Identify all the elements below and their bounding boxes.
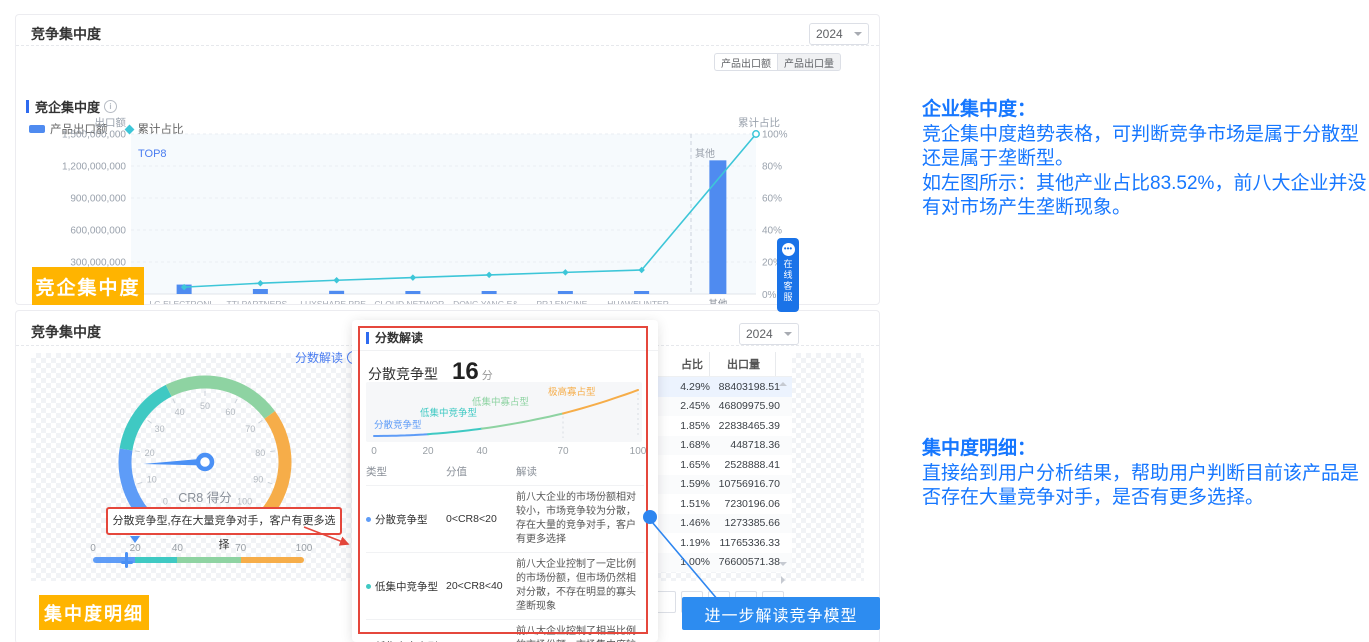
year-select-value: 2024 [746, 327, 773, 341]
annotation-connector [643, 510, 753, 640]
svg-text:80: 80 [255, 448, 265, 458]
svg-text:600,000,000: 600,000,000 [70, 226, 126, 237]
svg-text:40%: 40% [762, 226, 782, 237]
svg-text:TTI PARTNERS...: TTI PARTNERS... [227, 299, 295, 304]
svg-text:其他: 其他 [695, 147, 715, 160]
year-select[interactable]: 2024 [739, 323, 799, 345]
annotation-block-1: 企业集中度： 竞企集中度趋势表格，可判断竞争市场是属于分散型还是属于垄断型。 如… [922, 98, 1369, 221]
scroll-up-icon[interactable] [779, 378, 787, 386]
svg-text:低集中竞争型: 低集中竞争型 [420, 407, 478, 419]
slider-tick: 0 [80, 543, 106, 554]
connector-dot-icon [643, 510, 657, 524]
slider-handle[interactable] [125, 552, 128, 568]
svg-text:CLOUD NETWOR...: CLOUD NETWOR... [374, 299, 451, 304]
score-type-row: 低集中寡占型40<CR8<70前八大企业控制了相当比例的市场份额，市场集中度较高 [366, 619, 644, 642]
chevron-down-icon [784, 332, 792, 340]
bar[interactable] [634, 291, 649, 294]
svg-text:900,000,000: 900,000,000 [70, 194, 126, 205]
svg-text:0%: 0% [762, 290, 777, 301]
scroll-right-icon[interactable] [781, 576, 789, 584]
slider-tick: 40 [164, 543, 190, 554]
score-curve-chart: 分散竞争型低集中竞争型低集中寡占型 极高寡占型 [366, 382, 642, 442]
curve-tick: 40 [470, 446, 494, 457]
score-explain-popup: 分数解读 分散竞争型 16 分 分散竞争型低集中竞争型低集中寡占型极高寡占型 0… [352, 320, 658, 642]
svg-text:1,200,000,000: 1,200,000,000 [62, 162, 126, 173]
svg-text:10: 10 [147, 474, 157, 484]
slider-tick: 70 [228, 543, 254, 554]
svg-text:分散竞争型: 分散竞争型 [374, 419, 422, 431]
bar[interactable] [253, 289, 268, 294]
svg-text:70: 70 [245, 424, 255, 434]
svg-text:CR8 得分: CR8 得分 [178, 490, 231, 505]
svg-text:100%: 100% [762, 130, 788, 141]
scroll-down-icon[interactable] [779, 562, 787, 570]
score-curve-box: 分散竞争型低集中竞争型低集中寡占型 极高寡占型 [366, 382, 642, 442]
popup-header: 分数解读 [366, 329, 423, 346]
svg-text:DONG YANG E&...: DONG YANG E&... [453, 299, 525, 304]
svg-text:HUAWEI INTER...: HUAWEI INTER... [607, 299, 676, 304]
score-type-table: 类型 分值 解读 分散竞争型0<CR8<20前八大企业的市场份额相对较小，市场竞… [366, 460, 644, 642]
table-header: 类型 分值 解读 [366, 460, 644, 485]
svg-text:低集中寡占型: 低集中寡占型 [472, 396, 530, 408]
note-pointer-icon [130, 536, 140, 548]
section-bar-icon [366, 332, 369, 344]
svg-text:出口额: 出口额 [95, 116, 127, 129]
curve-tick: 100 [626, 446, 650, 457]
customer-service-widget[interactable]: ••• 在线客服 [777, 238, 799, 312]
svg-text:0: 0 [163, 497, 168, 507]
svg-text:20: 20 [145, 448, 155, 458]
badge-trend: 竞企集中度 [32, 267, 144, 305]
svg-text:极高寡占型: 极高寡占型 [548, 386, 596, 398]
svg-text:LUXSHARE PRE...: LUXSHARE PRE... [300, 299, 373, 304]
chat-bubble-icon: ••• [782, 243, 795, 256]
bar[interactable] [329, 291, 344, 294]
svg-text:80%: 80% [762, 162, 782, 173]
score-type-row: 低集中竞争型20<CR8<40前八大企业控制了一定比例的市场份额，但市场仍然相对… [366, 552, 644, 619]
customer-service-label: 在线客服 [782, 259, 795, 303]
annotation-block-2: 集中度明细： 直接给到用户分析结果，帮助用户判断目前该产品是否存在大量竞争对手，… [922, 437, 1369, 511]
curve-tick: 20 [416, 446, 440, 457]
svg-text:TOP8: TOP8 [138, 148, 167, 160]
annotation-title: 集中度明细： [922, 437, 1369, 462]
column-export-volume[interactable]: 出口量 [710, 352, 776, 376]
svg-text:LG ELECTRONI...: LG ELECTRONI... [149, 299, 218, 304]
bar[interactable] [482, 291, 497, 294]
curve-tick: 70 [551, 446, 575, 457]
svg-text:40: 40 [175, 407, 185, 417]
svg-text:累计占比: 累计占比 [738, 116, 780, 129]
badge-detail: 集中度明细 [39, 595, 149, 630]
svg-text:其他: 其他 [708, 298, 728, 304]
svg-text:PRJ ENGINE...: PRJ ENGINE... [536, 299, 594, 304]
annotation-text: 直接给到用户分析结果，帮助用户判断目前该产品是否存在大量竞争对手，是否有更多选择… [922, 462, 1369, 511]
annotation-title: 企业集中度： [922, 98, 1369, 123]
type-dot-icon [366, 584, 371, 589]
svg-text:60: 60 [225, 407, 235, 417]
score-slider[interactable]: 0204070100 [80, 543, 330, 575]
sort-icon[interactable] [763, 358, 769, 371]
bar[interactable] [558, 291, 573, 294]
svg-text:50: 50 [200, 401, 210, 411]
combo-bar-line-chart: 1,500,000,000 100% 1,200,000,000 80% 900,000… [16, 15, 879, 304]
score-type-row: 分散竞争型0<CR8<20前八大企业的市场份额相对较小，市场竞争较为分散，存在大… [366, 485, 644, 552]
slider-handle-cross [121, 561, 133, 564]
divider [352, 350, 658, 351]
bar[interactable] [405, 291, 420, 294]
annotation-text: 如左图所示：其他产业占比83.52%，前八大企业并没有对市场产生垄断现象。 [922, 172, 1369, 221]
svg-text:100: 100 [237, 497, 252, 507]
svg-text:1,500,000,000: 1,500,000,000 [62, 130, 126, 141]
svg-text:90: 90 [253, 474, 263, 484]
svg-text:30: 30 [155, 424, 165, 434]
type-dot-icon [366, 517, 371, 522]
curve-tick: 0 [362, 446, 386, 457]
svg-text:60%: 60% [762, 194, 782, 205]
page: 竞争集中度 2024 产品出口额 产品出口量 竞企集中度 i 产品出口额 累计占… [0, 0, 1369, 642]
panel-title: 竞争集中度 [31, 322, 101, 342]
panel-trend: 竞争集中度 2024 产品出口额 产品出口量 竞企集中度 i 产品出口额 累计占… [15, 14, 880, 305]
annotation-text: 竞企集中度趋势表格，可判断竞争市场是属于分散型还是属于垄断型。 [922, 123, 1369, 172]
